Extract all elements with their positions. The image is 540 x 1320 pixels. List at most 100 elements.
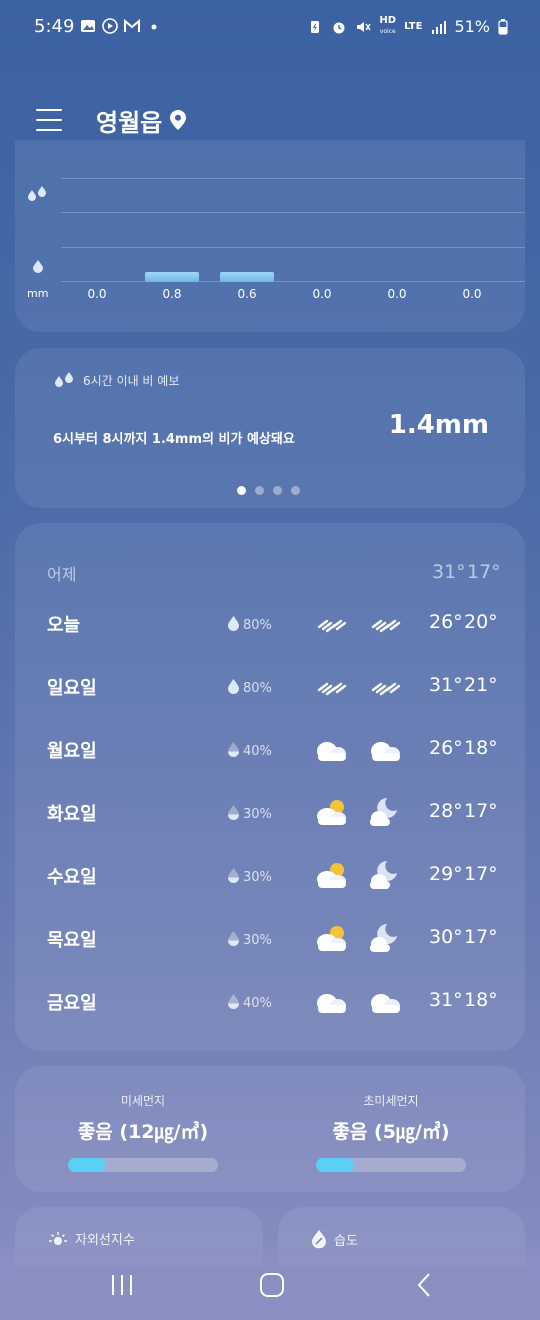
page-dot[interactable] [273,486,282,495]
day-label: 금요일 [47,993,97,1014]
fine-dust-level [68,1158,106,1172]
battery-saver-icon [311,20,320,33]
high-temp: 28° [429,800,463,822]
rain-icon [313,607,349,639]
light-rain-drop-icon [33,260,43,273]
precip-value: 0.6 [237,287,257,301]
high-temp: 31° [432,561,466,583]
ultrafine-dust: 초미세먼지 좋음 (5㎍/㎥) [291,1066,491,1172]
forecast-title: 6시간 이내 비 예보 [83,374,180,388]
high-temp: 26° [429,737,463,759]
page-indicator[interactable] [237,486,300,495]
battery-percent: 51% [454,17,490,36]
weekly-forecast-card[interactable]: 어제 31° 17° 오늘 80% 26° 20° 일요일 80% 31° 21° 월요일 40%… [15,523,525,1051]
home-button[interactable] [252,1270,292,1300]
forecast-day-row[interactable]: 화요일 30% 28° 17° [15,792,525,832]
chart-gridline [61,178,525,179]
forecast-day-row[interactable]: 금요일 40% 31° 18° [15,981,525,1021]
partly-cloudy-day-icon [313,796,349,828]
page-dot[interactable] [255,486,264,495]
low-temp: 18° [464,989,498,1011]
partly-cloudy-day-icon [313,922,349,954]
low-temp: 20° [464,611,498,633]
precip-probability: 30% [227,804,272,824]
fine-dust-label: 미세먼지 [120,1094,166,1108]
recent-apps-button[interactable] [102,1270,142,1300]
precip-probability: 80% [227,678,272,698]
low-temp: 17° [464,800,498,822]
cloud-icon [367,985,403,1017]
system-status-icons: HD voice LTE 51% [307,16,508,37]
rain-drops-icon [55,372,73,387]
rain-icon [367,607,403,639]
precip-value: 0.8 [162,287,182,301]
page-dot[interactable] [291,486,300,495]
rain-forecast-card[interactable]: 6시간 이내 비 예보 6시부터 8시까지 1.4mm의 비가 예상돼요 1.4… [15,348,525,508]
heavy-rain-drops-icon [28,186,46,201]
chart-gridline [61,212,525,213]
day-label: 목요일 [47,930,97,951]
play-notification-icon [102,18,118,34]
ultrafine-dust-label: 초미세먼지 [363,1094,419,1108]
fine-dust: 미세먼지 좋음 (12㎍/㎥) [43,1066,243,1172]
recent-apps-icon [112,1275,132,1295]
unit-label: mm [27,287,49,300]
high-temp: 26° [429,611,463,633]
precip-drop-icon [227,993,240,1013]
more-notifications-dot-icon [151,24,157,30]
rain-icon [313,670,349,702]
precip-drop-icon [227,678,240,698]
partly-cloudy-day-icon [313,859,349,891]
menu-button[interactable] [36,109,62,131]
battery-icon [498,18,508,35]
alarm-icon [333,22,345,33]
gmail-notification-icon [124,18,140,32]
mute-icon [357,21,371,32]
air-quality-card[interactable]: 미세먼지 좋음 (12㎍/㎥) 초미세먼지 좋음 (5㎍/㎥) [15,1066,525,1192]
lte-indicator: LTE [404,20,423,32]
location-title[interactable]: 영월읍 [96,103,162,138]
precip-value: 0.0 [312,287,332,301]
cloud-icon [313,733,349,765]
partly-cloudy-night-icon [367,922,403,954]
humidity-drop-icon [312,1230,326,1249]
forecast-day-row[interactable]: 수요일 30% 29° 17° [15,855,525,895]
forecast-day-row[interactable]: 월요일 40% 26° 18° [15,729,525,769]
precip-drop-icon [227,930,240,950]
ultrafine-dust-bar [316,1158,466,1172]
low-temp: 17° [464,863,498,885]
back-button[interactable] [404,1270,444,1300]
gallery-notification-icon [81,20,95,32]
ultrafine-dust-level [316,1158,354,1172]
day-label: 일요일 [47,678,97,699]
precip-value: 0.0 [462,287,482,301]
precip-probability: 40% [227,993,272,1013]
low-temp: 17° [464,926,498,948]
day-label: 월요일 [47,741,97,762]
sun-icon [49,1231,67,1245]
low-temp: 17° [467,561,501,583]
high-temp: 30° [429,926,463,948]
cloud-icon [367,733,403,765]
forecast-day-row[interactable]: 목요일 30% 30° 17° [15,918,525,958]
forecast-day-row[interactable]: 오늘 80% 26° 20° [15,603,525,643]
page-dot[interactable] [237,486,246,495]
status-bar: 5:49 HD voice LTE 51% [0,0,540,56]
forecast-amount: 1.4mm [388,410,489,440]
precip-probability: 30% [227,930,272,950]
low-temp: 18° [464,737,498,759]
home-icon [260,1273,284,1297]
location-pin-icon[interactable] [170,110,187,130]
high-temp: 31° [429,674,463,696]
forecast-message: 6시부터 8시까지 1.4mm의 비가 예상돼요 [53,432,295,447]
precip-drop-icon [227,741,240,761]
back-icon [417,1273,430,1297]
yesterday-row: 어제 31° 17° [15,553,525,593]
cloud-icon [313,985,349,1017]
forecast-day-row[interactable]: 일요일 80% 31° 21° [15,666,525,706]
day-label: 오늘 [47,615,81,636]
precip-probability: 40% [227,741,272,761]
day-label: 어제 [47,565,77,584]
hourly-precipitation-card: mm 0.0 0.8 0.6 0.0 0.0 0.0 [15,140,525,332]
rain-icon [367,670,403,702]
